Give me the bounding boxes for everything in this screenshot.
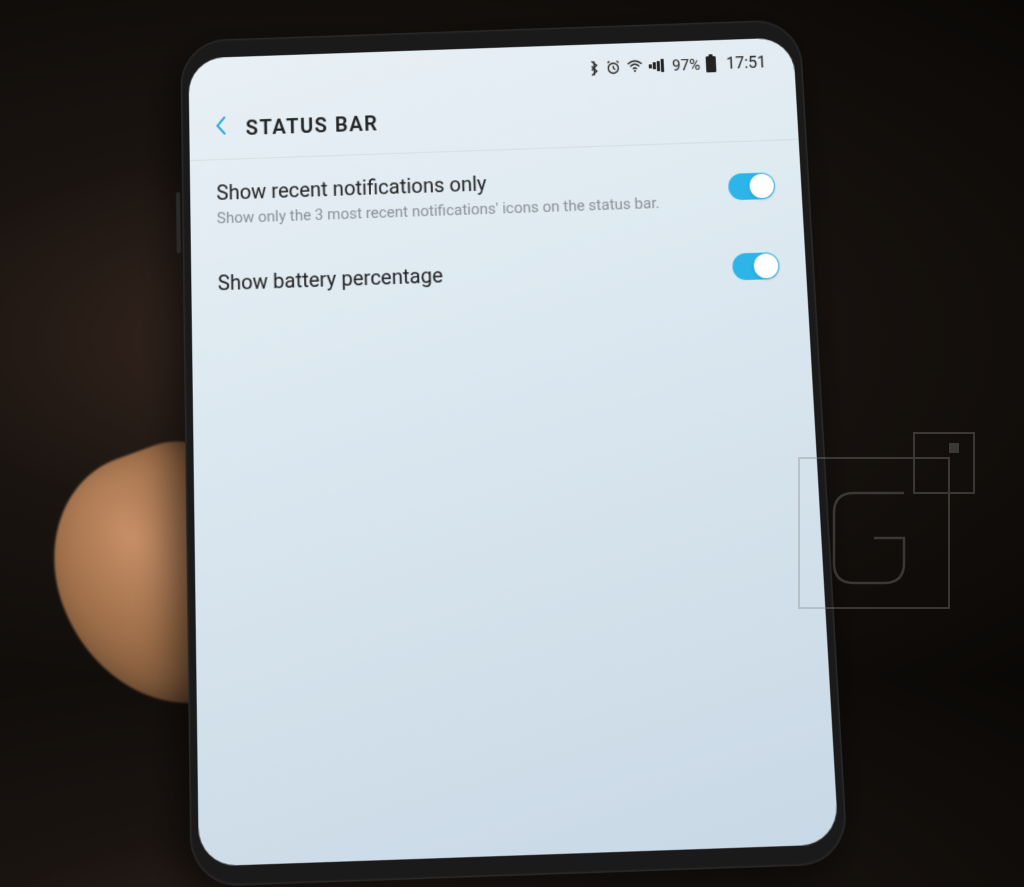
wifi-icon — [627, 60, 644, 74]
battery-icon — [706, 56, 717, 72]
phone-body: 97% 17:51 STATUS BAR Show recent notific… — [180, 19, 848, 887]
watermark-logo — [794, 428, 984, 618]
back-button[interactable] — [213, 114, 228, 143]
setting-title: Show battery percentage — [218, 253, 713, 295]
toggle-recent-notifications[interactable] — [728, 172, 776, 200]
toggle-battery-percentage[interactable] — [732, 252, 780, 280]
phone-device: 97% 17:51 STATUS BAR Show recent notific… — [180, 19, 848, 887]
signal-icon — [649, 59, 665, 73]
phone-screen: 97% 17:51 STATUS BAR Show recent notific… — [188, 37, 838, 866]
setting-text-block: Show recent notifications only Show only… — [216, 163, 709, 229]
bluetooth-icon — [589, 60, 601, 76]
alarm-icon — [606, 59, 622, 75]
battery-percentage-text: 97% — [672, 55, 701, 74]
setting-text-block: Show battery percentage — [218, 253, 713, 299]
clock-time: 17:51 — [726, 52, 767, 72]
page-title: STATUS BAR — [245, 111, 378, 140]
